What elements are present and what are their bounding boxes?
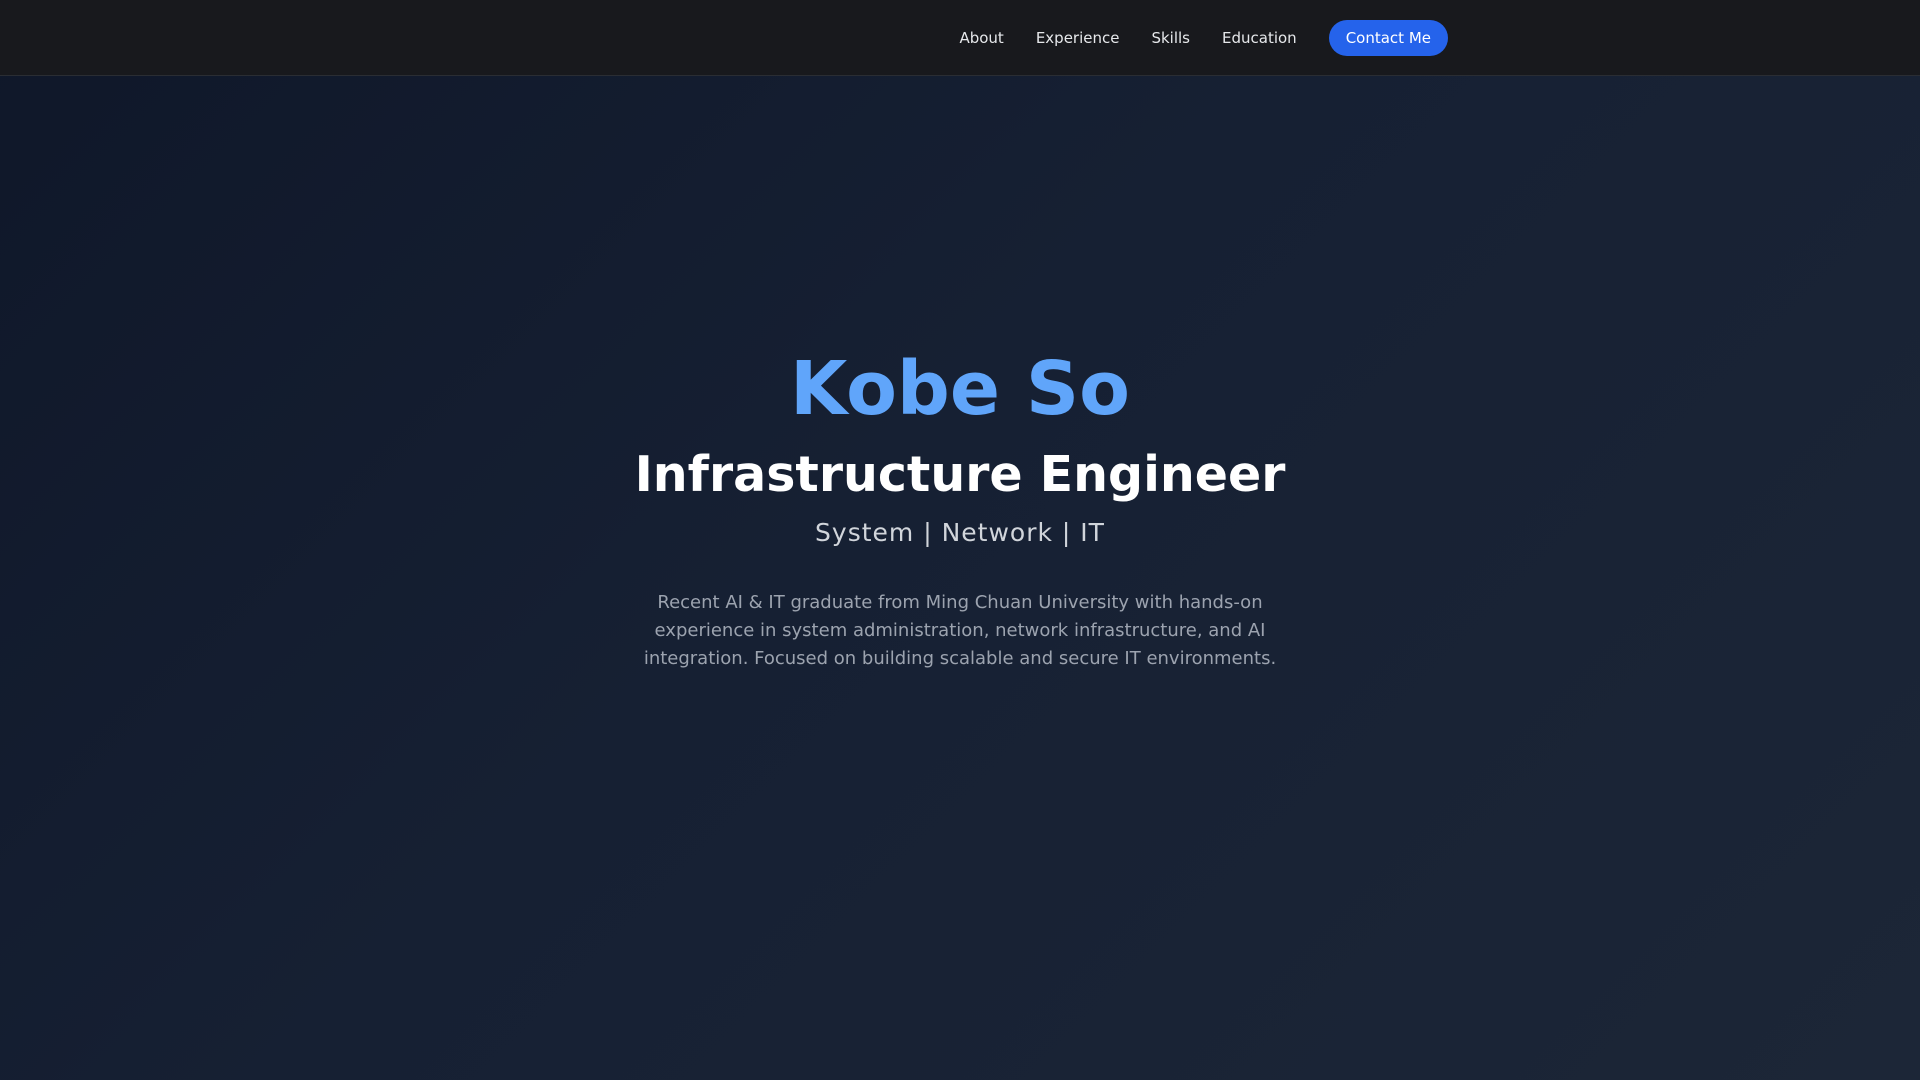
- top-navbar: About Experience Skills Education Contac…: [0, 0, 1920, 76]
- contact-me-button[interactable]: Contact Me: [1328, 20, 1448, 56]
- nav-link-experience[interactable]: Experience: [1036, 29, 1120, 47]
- nav-link-about[interactable]: About: [959, 29, 1003, 47]
- nav-links: About Experience Skills Education Contac…: [959, 0, 1448, 76]
- hero-content: Kobe So Infrastructure Engineer System |…: [630, 345, 1290, 674]
- hero-section: Kobe So Infrastructure Engineer System |…: [0, 77, 1920, 1080]
- hero-bio: Recent AI & IT graduate from Ming Chuan …: [643, 592, 1277, 670]
- hero-name: Kobe So: [790, 345, 1130, 432]
- nav-link-education[interactable]: Education: [1222, 29, 1297, 47]
- nav-link-skills[interactable]: Skills: [1151, 29, 1190, 47]
- hero-job-title: Infrastructure Engineer: [634, 446, 1286, 504]
- hero-tagline: System | Network | IT: [815, 517, 1105, 547]
